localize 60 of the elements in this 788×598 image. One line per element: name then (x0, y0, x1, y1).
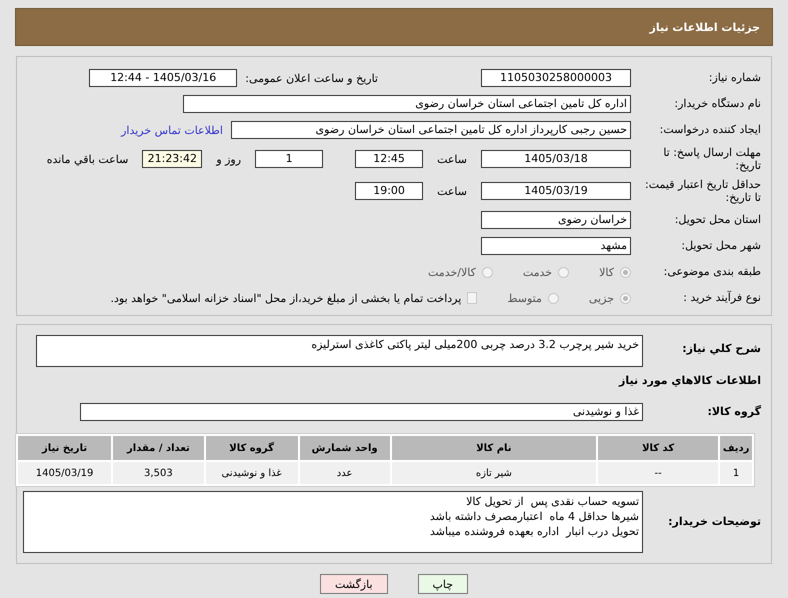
field-label: ایجاد کننده درخواست: (658, 123, 761, 137)
field-label: ساعت (437, 152, 467, 166)
table-cell: 3,503 (113, 462, 204, 484)
field-label: طبقه بندی موضوعی: (662, 265, 761, 279)
radio-option[interactable]: کالا (599, 266, 631, 278)
note-line: تسویه حساب نقدی پس از تحویل کالا (465, 494, 639, 509)
field-label: ساعت (437, 184, 467, 198)
field-label: توضیحات خریدار: (667, 515, 761, 529)
back-button[interactable]: بازگشت (320, 574, 388, 594)
note-line: شیرها حداقل 4 ماه اعتبارمصرف داشته باشد (428, 509, 639, 524)
section-heading: اطلاعات کالاهاي مورد نیاز (619, 372, 761, 389)
radio-option[interactable]: متوسط (507, 292, 559, 304)
buyer-contact-link[interactable]: اطلاعات تماس خریدار (121, 124, 223, 136)
note-line: تحویل درب انبار اداره بعهده فروشنده میباشد (428, 524, 639, 539)
radio-option[interactable]: کالا/خدمت (428, 266, 493, 278)
field-label: گروه کالا: (706, 405, 761, 419)
field-label: مهلت ارسال پاسخ: تا تاریخ: (662, 146, 761, 172)
field-label: شهر محل تحویل: (680, 239, 761, 253)
column-header: گروه کالا (206, 436, 298, 460)
print-button[interactable]: چاپ (418, 574, 468, 594)
days-field[interactable]: 1 (255, 150, 324, 168)
announce-date-field[interactable]: 1405/03/16 - 12:44 (89, 69, 238, 87)
buyer-notes-field[interactable]: تسویه حساب نقدی پس از تحویل کالا شیرها حداقل 4 ماه اعتبارمصرف داشته باشد تحویل درب انبار اداره بعهده فروشنده میباشد (23, 491, 643, 553)
need-number-field[interactable]: 1105030258000003 (481, 69, 631, 87)
field-label: شماره نیاز: (708, 71, 761, 85)
deadline-date-field[interactable]: 1405/03/18 (481, 150, 631, 168)
table-cell: شیر تازه (392, 462, 596, 484)
creator-field[interactable]: حسین رجبی کارپرداز اداره کل تامین اجتماعی استان خراسان رضوی (231, 121, 631, 139)
treasury-checkbox[interactable]: پرداخت تمام یا بخشی از مبلغ خرید،از محل "اسناد خزانه اسلامی" خواهد بود. (110, 292, 478, 304)
buyer-org-field[interactable]: اداره کل تامین اجتماعی استان خراسان رضوی (183, 95, 631, 113)
goods-group-field[interactable]: غذا و نوشیدنی (80, 403, 643, 421)
radio-option[interactable]: خدمت (522, 266, 570, 278)
field-label: شرح کلي نیاز: (681, 342, 761, 356)
table-cell: -- (598, 462, 718, 484)
table-cell: 1 (720, 462, 752, 484)
field-label: حداقل تاریخ اعتبار قیمت: تا تاریخ: (644, 178, 761, 204)
field-label: ساعت باقي مانده (46, 152, 128, 166)
field-label: تاریخ و ساعت اعلان عمومی: (245, 72, 378, 84)
field-label: نام دستگاه خریدار: (673, 97, 761, 111)
column-header: تعداد / مقدار (113, 436, 204, 460)
field-label: روز و (216, 152, 242, 166)
description-field[interactable]: خرید شیر پرچرب 3.2 درصد چربی 200میلی لیتر پاکتی کاغذی استرلیزه (36, 335, 643, 367)
table-cell: عدد (300, 462, 390, 484)
radio-option[interactable]: جزیی (588, 292, 631, 304)
table-cell: غذا و نوشیدنی (206, 462, 298, 484)
province-field[interactable]: خراسان رضوی (481, 211, 631, 229)
page-title: جزئیات اطلاعات نیاز (650, 20, 760, 34)
column-header: ردیف (720, 436, 752, 460)
validity-date-field[interactable]: 1405/03/19 (481, 182, 631, 200)
deadline-time-field[interactable]: 12:45 (355, 150, 424, 168)
column-header: نام کالا (392, 436, 596, 460)
column-header: کد کالا (598, 436, 718, 460)
city-field[interactable]: مشهد (481, 237, 631, 255)
field-label: استان محل تحویل: (674, 213, 761, 227)
column-header: تاریخ نیاز (18, 436, 112, 460)
table-cell: 1405/03/19 (18, 462, 112, 484)
remaining-time-field: 21:23:42 (142, 150, 202, 168)
field-label: نوع فرآیند خرید : (682, 291, 761, 305)
column-header: واحد شمارش (300, 436, 390, 460)
validity-time-field[interactable]: 19:00 (355, 182, 424, 200)
